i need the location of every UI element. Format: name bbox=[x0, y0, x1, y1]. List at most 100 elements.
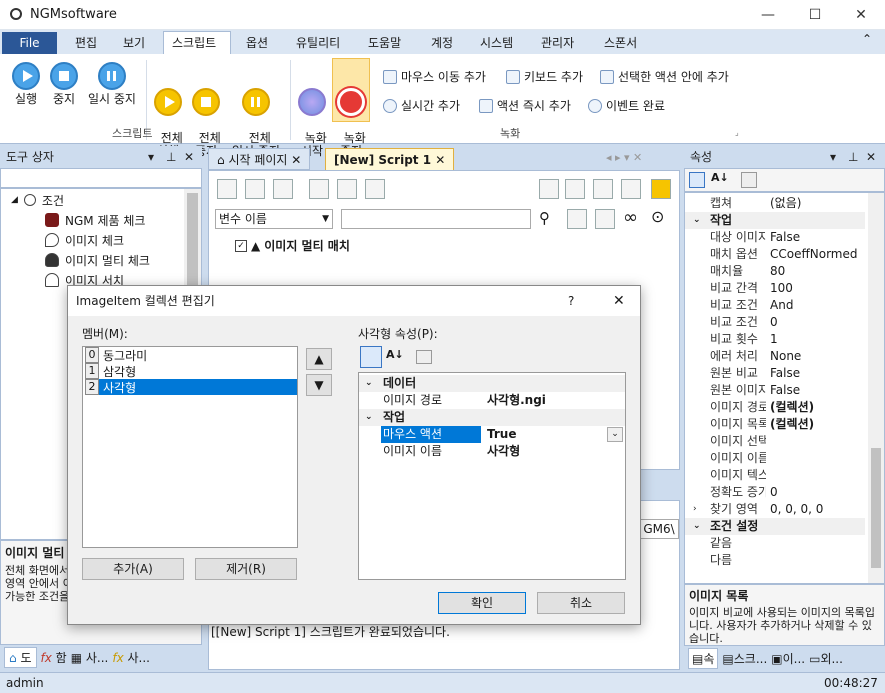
add-realtime-button[interactable]: 실시간 추가 bbox=[383, 97, 460, 114]
tree-item[interactable]: 이미지 체크 bbox=[45, 230, 124, 250]
member-item-selected[interactable]: 2 사각형 bbox=[85, 379, 297, 395]
dialog-launcher-icon[interactable]: ⌟ bbox=[138, 128, 142, 137]
prop-row[interactable]: › 찾기 영역 0, 0, 0, 0 bbox=[685, 501, 865, 518]
tab-user[interactable]: ▦ 사... bbox=[71, 649, 109, 666]
move-up-button[interactable]: ▲ bbox=[306, 348, 332, 370]
tab-toolbox[interactable]: ⌂ 도 bbox=[4, 646, 37, 668]
editor-stop-icon[interactable] bbox=[273, 179, 293, 199]
menu-help[interactable]: 도움말 bbox=[368, 34, 401, 51]
prop-row[interactable]: 매치 옵션 CCoeffNormed bbox=[685, 246, 865, 263]
variable-select[interactable]: 변수 이름 ▼ bbox=[215, 209, 333, 229]
tree-item[interactable]: 이미지 멀티 체크 bbox=[45, 250, 150, 270]
record-start-button[interactable]: 녹화 시작 bbox=[296, 62, 328, 158]
up-icon[interactable] bbox=[567, 209, 587, 229]
prop-row[interactable]: 매치율 80 bbox=[685, 263, 865, 280]
tree-node-condition[interactable]: ◢ 조건 bbox=[11, 190, 64, 210]
add-mouse-move-button[interactable]: 마우스 이동 추가 bbox=[383, 68, 486, 85]
categorized-icon[interactable] bbox=[360, 346, 382, 368]
prop-row[interactable]: 비교 조건 And bbox=[685, 297, 865, 314]
pin-icon[interactable]: ⊥ bbox=[848, 146, 858, 168]
menu-account[interactable]: 계정 bbox=[431, 34, 453, 51]
check-icon[interactable] bbox=[565, 179, 585, 199]
maximize-icon[interactable]: ☐ bbox=[792, 0, 838, 30]
prop-row[interactable]: 다름 bbox=[685, 552, 865, 569]
run-button[interactable]: 실행 bbox=[8, 62, 44, 106]
tab-start-page[interactable]: ⌂ 시작 페이지 ✕ bbox=[208, 148, 311, 170]
tab-properties[interactable]: ▤속 bbox=[688, 647, 719, 669]
editor-end-icon[interactable] bbox=[365, 179, 385, 199]
prop-category[interactable]: ⌄ 데이터 bbox=[359, 375, 625, 392]
menu-sponsor[interactable]: 스폰서 bbox=[604, 34, 637, 51]
scroll-thumb[interactable] bbox=[871, 448, 881, 568]
property-pages-icon[interactable] bbox=[416, 350, 432, 364]
variable-input[interactable] bbox=[341, 209, 531, 229]
stop-button[interactable]: 중지 bbox=[48, 62, 80, 106]
dropdown-icon[interactable]: ▾ bbox=[830, 146, 836, 168]
dropdown-icon[interactable]: ▾ bbox=[148, 146, 154, 168]
prop-row[interactable]: 정확도 증가 0 bbox=[685, 484, 865, 501]
prop-row-mouse-action[interactable]: 마우스 액션 True ⌄ bbox=[359, 426, 625, 443]
properties-scrollbar[interactable] bbox=[868, 193, 884, 583]
pause-all-button[interactable]: 전체 일시 중지 bbox=[228, 62, 284, 158]
search-icon[interactable]: ⚲ bbox=[539, 209, 550, 227]
tab-scroll-icon[interactable]: ◂ ▸ ▾ ✕ bbox=[606, 151, 642, 164]
move-down-button[interactable]: ▼ bbox=[306, 374, 332, 396]
prop-row[interactable]: 이미지 경로 (컬렉션) bbox=[685, 399, 865, 416]
property-pages-icon[interactable] bbox=[741, 172, 757, 188]
prop-row[interactable]: 에러 처리 None bbox=[685, 348, 865, 365]
prop-row[interactable]: 이미지 목록 (컬렉션) bbox=[685, 416, 865, 433]
prop-row-image-name[interactable]: 이미지 이름 사각형 bbox=[359, 443, 625, 460]
menu-admin[interactable]: 관리자 bbox=[541, 34, 574, 51]
member-item[interactable]: 1 삼각형 bbox=[85, 363, 297, 379]
ribbon-collapse-icon[interactable]: ⌃ bbox=[862, 32, 872, 46]
add-action-now-button[interactable]: 액션 즉시 추가 bbox=[479, 97, 571, 114]
more-icon[interactable]: ⊙ bbox=[651, 207, 664, 226]
prop-row[interactable]: 같음 bbox=[685, 535, 865, 552]
prop-row[interactable]: 비교 간격 100 bbox=[685, 280, 865, 297]
tab-script[interactable]: ▤스크... bbox=[722, 650, 767, 667]
categorized-icon[interactable] bbox=[689, 172, 705, 188]
sort-az-icon[interactable]: A↓ bbox=[386, 348, 404, 361]
tree-item[interactable]: NGM 제품 체크 bbox=[45, 210, 145, 230]
prop-row[interactable]: 비교 조건 0 bbox=[685, 314, 865, 331]
menu-utility[interactable]: 유틸리티 bbox=[296, 34, 340, 51]
find-icon[interactable] bbox=[621, 179, 641, 199]
add-in-selected-action-button[interactable]: 선택한 액션 안에 추가 bbox=[600, 68, 729, 85]
close-panel-icon[interactable]: ✕ bbox=[184, 146, 194, 168]
prop-category[interactable]: ⌄ 조건 설정 bbox=[685, 518, 865, 535]
tab-image[interactable]: ▣이... bbox=[771, 650, 805, 667]
prop-row[interactable]: 원본 비교 False bbox=[685, 365, 865, 382]
pin-icon[interactable]: ⊥ bbox=[166, 146, 176, 168]
check-all-icon[interactable] bbox=[539, 179, 559, 199]
chevron-down-icon[interactable]: ⌄ bbox=[607, 427, 623, 442]
toolbox-search[interactable] bbox=[0, 168, 202, 188]
ok-button[interactable]: 확인 bbox=[438, 592, 526, 614]
stop-all-button[interactable]: 전체 중지 bbox=[188, 62, 224, 158]
add-button[interactable]: 추가(A) bbox=[82, 558, 184, 580]
menu-script[interactable]: 스크립트 bbox=[172, 34, 216, 51]
close-icon[interactable]: ✕ bbox=[838, 0, 884, 30]
dialog-launcher-icon[interactable]: ⌟ bbox=[735, 128, 739, 137]
tab-functions[interactable]: fx 함 bbox=[41, 649, 67, 666]
close-tab-icon[interactable]: ✕ bbox=[435, 153, 445, 167]
prop-row[interactable]: 이미지 선택 bbox=[685, 433, 865, 450]
menu-edit[interactable]: 편집 bbox=[75, 34, 97, 51]
prop-row-image-path[interactable]: 이미지 경로 사각형.ngi bbox=[359, 392, 625, 409]
tab-script-1[interactable]: [New] Script 1 ✕ bbox=[325, 148, 455, 170]
prop-row[interactable]: 이미지 이름 bbox=[685, 450, 865, 467]
add-keyboard-button[interactable]: 키보드 추가 bbox=[506, 68, 583, 85]
menu-view[interactable]: 보기 bbox=[123, 34, 145, 51]
help-icon[interactable]: ? bbox=[568, 286, 574, 316]
menu-system[interactable]: 시스템 bbox=[480, 34, 513, 51]
hierarchy-icon[interactable] bbox=[651, 179, 671, 199]
prop-row[interactable]: 캡쳐 (없음) bbox=[685, 195, 865, 212]
prop-row[interactable]: 원본 이미지 False bbox=[685, 382, 865, 399]
record-stop-button[interactable]: 녹화 중지 bbox=[332, 58, 370, 158]
sort-az-icon[interactable]: A↓ bbox=[711, 171, 729, 184]
event-done-button[interactable]: 이벤트 완료 bbox=[588, 97, 665, 114]
prop-category[interactable]: ⌄ 작업 bbox=[359, 409, 625, 426]
editor-step-icon[interactable] bbox=[309, 179, 329, 199]
run-all-button[interactable]: 전체 실행 bbox=[150, 62, 186, 158]
menu-options[interactable]: 옵션 bbox=[246, 34, 268, 51]
cancel-button[interactable]: 취소 bbox=[537, 592, 625, 614]
